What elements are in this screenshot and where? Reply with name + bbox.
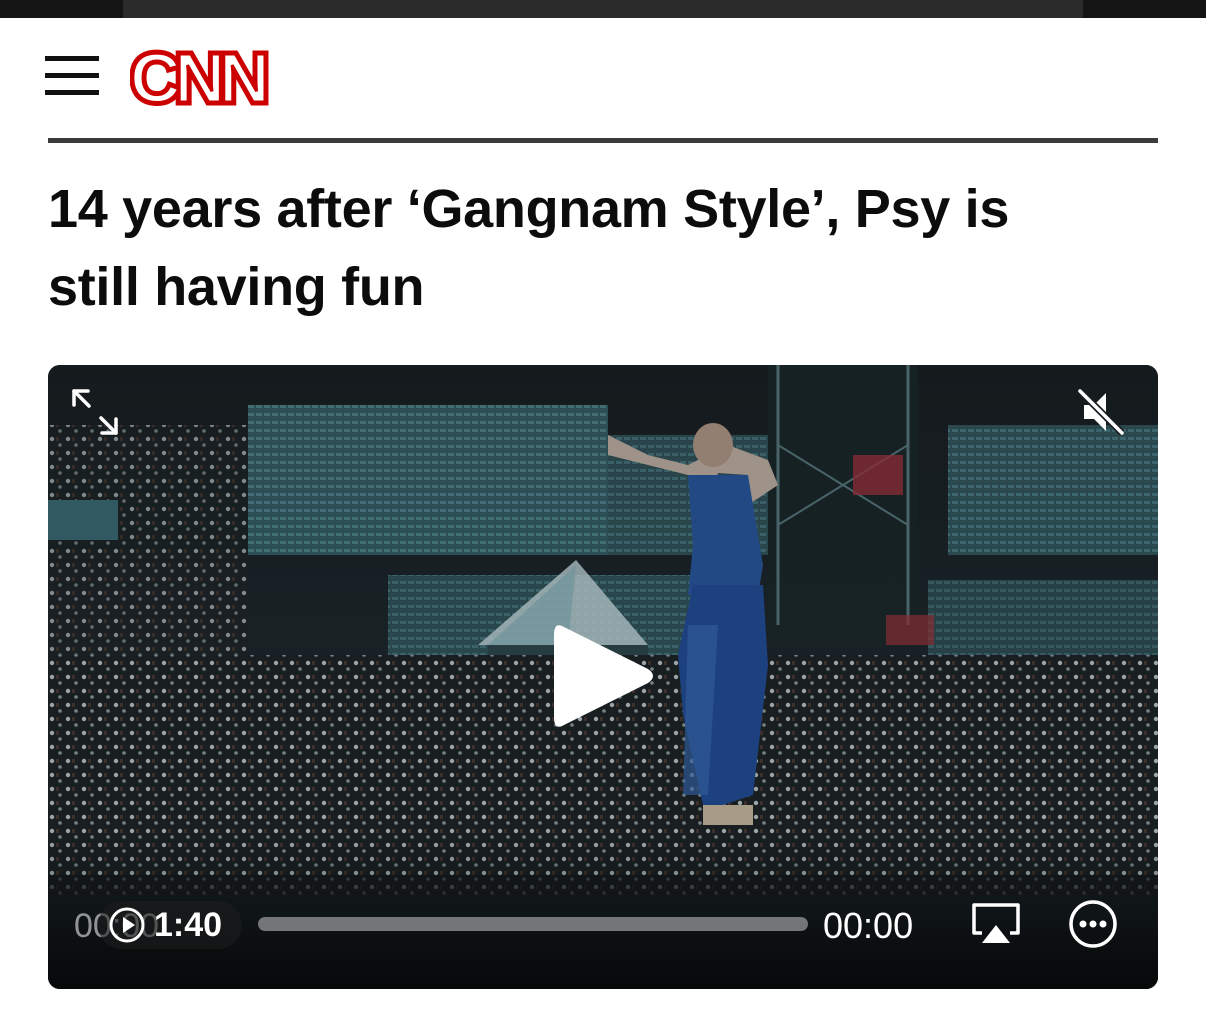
duration-badge[interactable]: 1:40 — [98, 901, 243, 949]
cnn-logo[interactable]: CNN CNN — [127, 36, 275, 121]
headline-line-2: still having fun — [48, 257, 425, 317]
status-bar — [0, 0, 1206, 18]
progress-bar[interactable] — [258, 917, 808, 931]
site-header: CNN CNN — [0, 18, 1206, 140]
muted-speaker-icon[interactable] — [1076, 387, 1126, 437]
play-icon[interactable] — [550, 617, 660, 735]
airplay-icon[interactable] — [970, 901, 1022, 947]
expand-arrows-icon[interactable] — [70, 387, 120, 437]
status-bar-notch-area — [123, 0, 1083, 18]
header-divider — [48, 138, 1158, 143]
more-options-icon[interactable] — [1068, 899, 1118, 949]
headline-line-1: 14 years after ‘Gangnam Style’, Psy is — [48, 179, 1010, 239]
small-play-icon — [109, 907, 145, 943]
article-headline: 14 years after ‘Gangnam Style’, Psy is s… — [48, 170, 1158, 326]
remaining-time: 00:00 — [823, 905, 914, 946]
video-player[interactable]: 00:00 1:40 00:00 — [48, 365, 1158, 989]
hamburger-menu-icon[interactable] — [45, 56, 99, 96]
duration-label: 1:40 — [154, 905, 223, 944]
cnn-logo-outline: CNN — [130, 44, 265, 112]
